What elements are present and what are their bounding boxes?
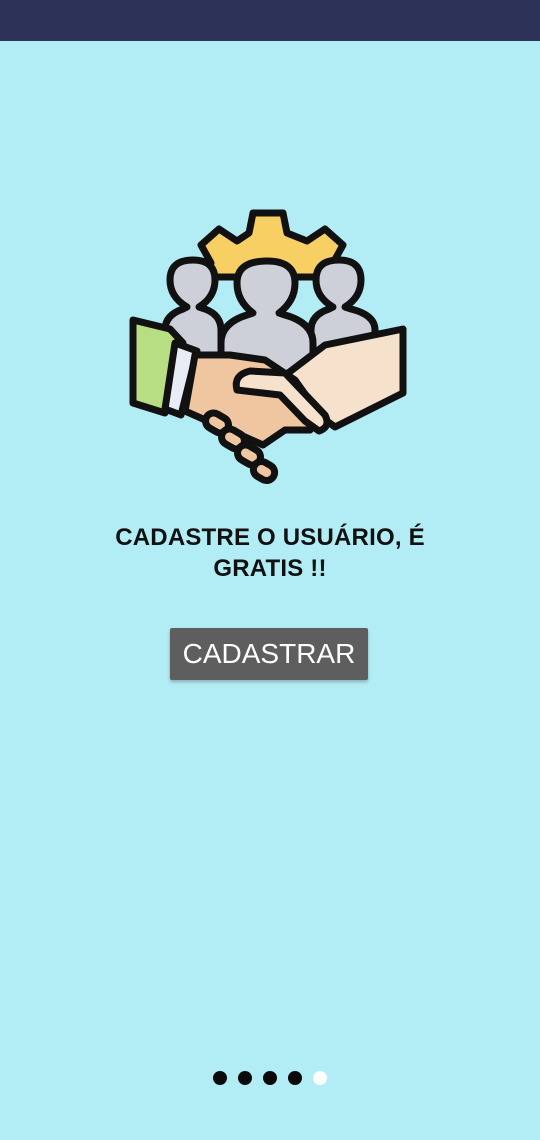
handshake-team-gear-icon: [125, 205, 415, 495]
onboarding-screen: CADASTRE O USUÁRIO, É GRATIS !! CADASTRA…: [0, 0, 540, 1140]
onboarding-headline: CADASTRE O USUÁRIO, É GRATIS !!: [60, 522, 480, 584]
cadastrar-button[interactable]: CADASTRAR: [170, 628, 368, 680]
page-dot-1[interactable]: [213, 1071, 227, 1085]
page-indicator: [0, 1071, 540, 1087]
page-dot-3[interactable]: [263, 1071, 277, 1085]
headline-line-2: GRATIS !!: [213, 555, 327, 582]
page-dot-5-active[interactable]: [313, 1071, 327, 1085]
headline-line-1: CADASTRE O USUÁRIO, É: [115, 524, 425, 551]
page-dot-4[interactable]: [288, 1071, 302, 1085]
status-bar: [0, 0, 540, 41]
page-dot-2[interactable]: [238, 1071, 252, 1085]
